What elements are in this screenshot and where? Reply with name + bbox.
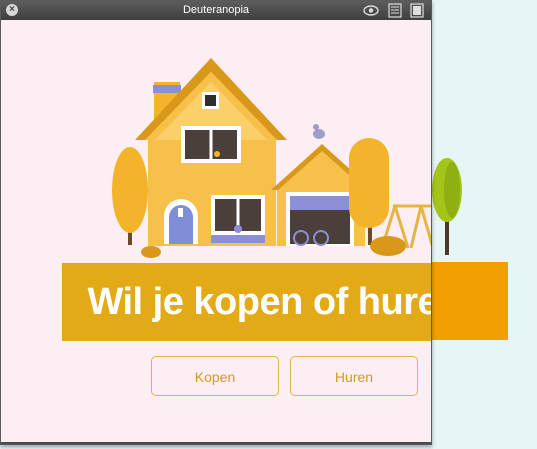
- background-tree-icon: [432, 158, 462, 255]
- square-icon[interactable]: [409, 3, 425, 18]
- window-bottom-border: [1, 442, 431, 444]
- buy-button[interactable]: Kopen: [151, 356, 279, 396]
- list-icon[interactable]: [387, 3, 403, 18]
- background-banner-edge: [430, 262, 508, 340]
- simulator-window: × Deuteranopia Wil je kopen of hur Kopen…: [0, 0, 432, 445]
- rent-button[interactable]: Huren: [290, 356, 418, 396]
- headline-banner: Wil je kopen of huren?: [62, 263, 431, 341]
- house-illustration: [112, 58, 431, 258]
- titlebar: × Deuteranopia: [1, 1, 431, 20]
- eye-icon[interactable]: [363, 3, 379, 18]
